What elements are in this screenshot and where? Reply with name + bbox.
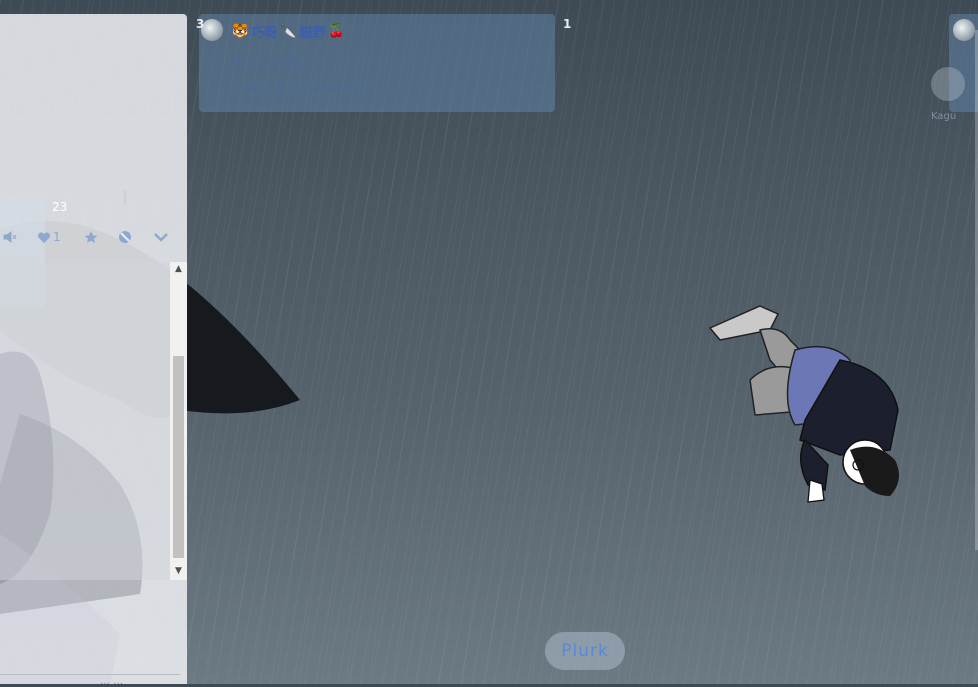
avatar[interactable]: [953, 19, 975, 41]
knife-icon: 🔪: [280, 24, 297, 39]
response-count: 23: [52, 200, 68, 214]
plurk-button[interactable]: Plurk: [545, 632, 625, 670]
more-button[interactable]: [154, 227, 168, 247]
author-name-part-1: 巧呀: [251, 26, 278, 41]
heart-icon: [37, 231, 51, 243]
block-icon: [119, 231, 131, 243]
plurk-actions: 1: [0, 227, 178, 249]
cherry-icon: 🍒: [328, 24, 345, 39]
mute-icon: [3, 231, 17, 243]
footer-text: … …: [100, 676, 124, 687]
favorite-button[interactable]: [84, 227, 98, 247]
left-response-panel: 23 1 ▲ ▼ … …: [0, 14, 187, 687]
mute-button[interactable]: [3, 227, 17, 247]
response-list[interactable]: [0, 262, 170, 580]
plurk-content-line-1: 很久沒放圖: [231, 55, 302, 70]
author-name[interactable]: 🐯 巧呀 🔪 貓野 🍒: [232, 22, 345, 41]
author-name-part-2: 貓野: [299, 26, 326, 41]
chevron-down-icon: [154, 233, 168, 242]
tiger-icon: 🐯: [232, 24, 249, 39]
divider: [0, 674, 180, 675]
falling-person-illustration: [708, 305, 899, 503]
scroll-up-icon[interactable]: ▲: [173, 264, 184, 276]
response-scrollbar[interactable]: ▲ ▼: [170, 262, 187, 580]
response-badge: 3: [196, 17, 205, 31]
scrollbar-thumb[interactable]: [173, 356, 184, 558]
scroll-down-icon[interactable]: ▼: [173, 566, 184, 578]
star-icon: [84, 231, 98, 243]
like-button[interactable]: 1: [37, 227, 61, 247]
user-label: Kagu: [931, 111, 957, 122]
replurk-badge: 1: [563, 17, 572, 31]
block-button[interactable]: [118, 227, 132, 247]
like-count: 1: [53, 230, 61, 244]
user-icon[interactable]: [931, 67, 965, 101]
plurk-content-line-2: 以為自己可以練到光影: [231, 81, 372, 96]
